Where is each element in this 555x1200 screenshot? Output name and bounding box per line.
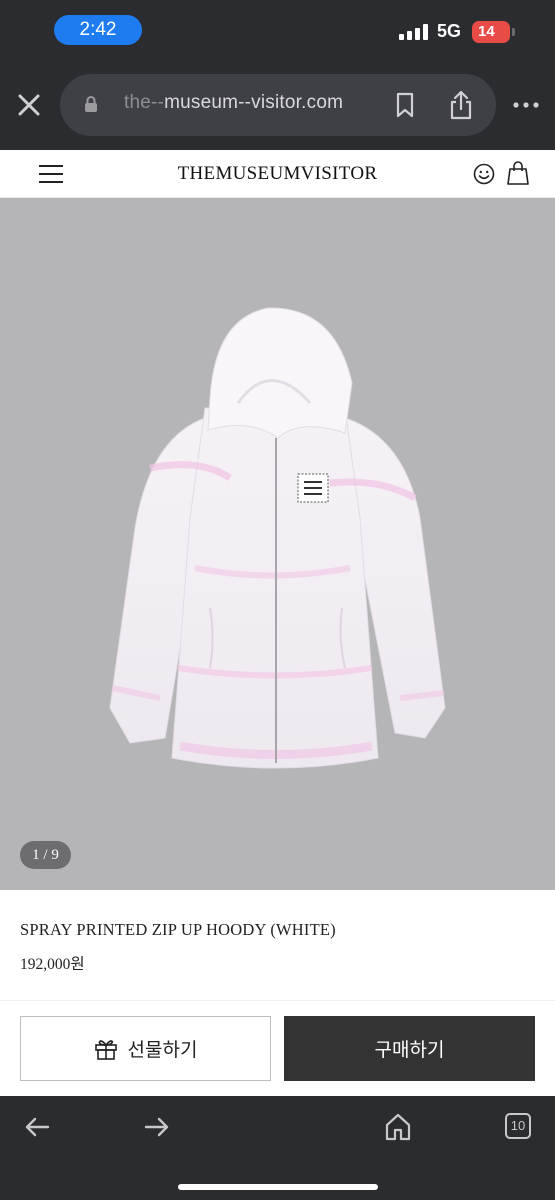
gift-button-label: 선물하기 xyxy=(127,1040,198,1061)
browser-top-chrome: 2:42 5G 14 the--museum--visitor.com xyxy=(0,0,555,150)
buy-button[interactable]: 구매하기 xyxy=(284,1016,535,1081)
url-prefix: the-- xyxy=(124,92,165,113)
bookmark-icon[interactable] xyxy=(393,92,417,118)
battery-level: 14 xyxy=(478,23,495,40)
buy-button-label: 구매하기 xyxy=(374,1040,445,1061)
product-price: 192,000원 xyxy=(20,956,85,973)
signal-icon xyxy=(399,24,428,40)
image-counter: 1 / 9 xyxy=(20,841,71,869)
tabs-icon[interactable]: 10 xyxy=(505,1113,531,1139)
home-icon[interactable] xyxy=(385,1113,411,1141)
lock-icon xyxy=(85,96,97,112)
gift-icon xyxy=(94,1039,117,1060)
share-icon[interactable] xyxy=(448,90,474,120)
browser-bottom-bar: 10 xyxy=(0,1096,555,1200)
gift-button[interactable]: 선물하기 xyxy=(20,1016,271,1081)
bag-icon[interactable] xyxy=(507,161,529,185)
battery-icon: 14 xyxy=(472,21,510,43)
action-bar: 선물하기 구매하기 xyxy=(0,1000,555,1096)
url-text[interactable]: the--museum--visitor.com xyxy=(124,92,343,114)
close-icon[interactable] xyxy=(14,90,44,120)
hoodie-image xyxy=(109,307,446,769)
product-name: SPRAY PRINTED ZIP UP HOODY (WHITE) xyxy=(20,920,336,939)
battery-tip xyxy=(512,28,515,36)
home-indicator xyxy=(178,1184,378,1190)
site-title[interactable]: THEMUSEUMVISITOR xyxy=(0,163,555,185)
url-main: museum--visitor.com xyxy=(164,92,344,113)
status-time: 2:42 xyxy=(54,15,142,45)
back-icon[interactable] xyxy=(24,1116,50,1138)
status-bar: 2:42 5G 14 xyxy=(0,0,555,60)
site-header: THEMUSEUMVISITOR xyxy=(0,150,555,198)
forward-icon[interactable] xyxy=(144,1116,170,1138)
tabs-count: 10 xyxy=(510,1118,526,1133)
more-icon[interactable] xyxy=(512,98,540,112)
smile-icon[interactable] xyxy=(473,163,495,185)
product-image[interactable]: 1 / 9 xyxy=(0,198,555,890)
network-label: 5G xyxy=(437,21,462,41)
